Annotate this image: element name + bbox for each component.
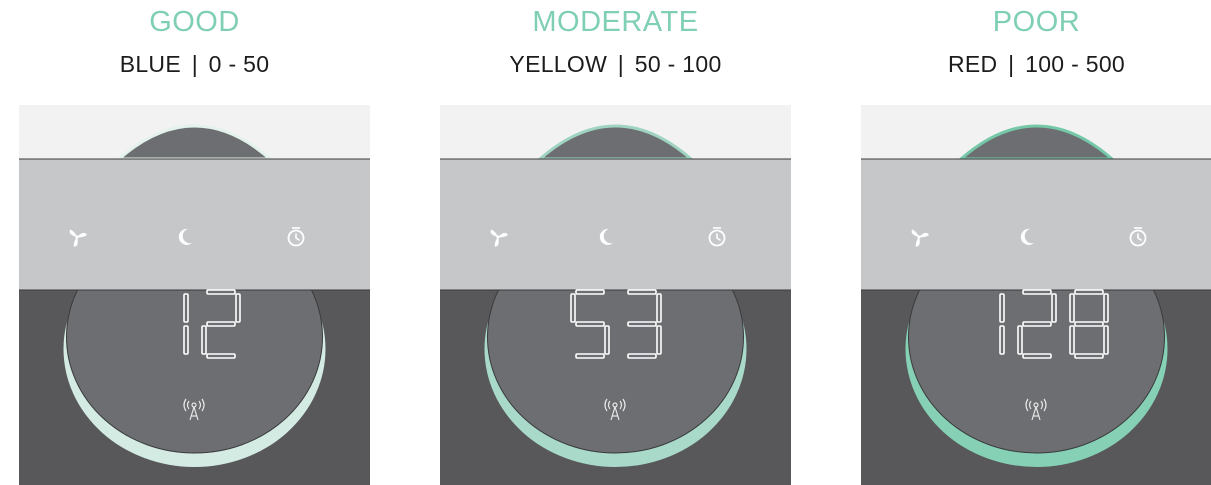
segment-b (998, 293, 1005, 323)
seven-segment-digit: 1 (168, 293, 189, 355)
timer-icon[interactable] (1123, 222, 1153, 252)
segment-c (1102, 325, 1109, 355)
timer-icon[interactable] (281, 222, 311, 252)
seven-segment-digit: 1 (984, 293, 1005, 355)
segment-a (1021, 289, 1052, 295)
digit-value: 2 (1036, 327, 1037, 329)
aqi-reading-digits: 12 (19, 288, 370, 368)
panel-good: GOOD BLUE | 0 - 50 12 (19, 0, 370, 485)
range-separator: | (1008, 51, 1015, 77)
segment-f (1068, 293, 1075, 323)
aqi-readout: 12 (19, 288, 370, 421)
segment-g (626, 321, 657, 327)
aqi-reading-digits: 53 (440, 288, 791, 368)
signal-tower-icon (183, 398, 205, 421)
segment-a (205, 289, 236, 295)
signal-tower-icon (1025, 398, 1047, 421)
digit-value: 5 (589, 327, 590, 329)
moon-icon[interactable] (591, 222, 621, 252)
digit-value: 1 (984, 327, 985, 329)
level-range-values: 100 - 500 (1025, 51, 1126, 77)
level-range-values: 50 - 100 (634, 51, 722, 77)
aqi-readout: 1 2 8 (861, 288, 1211, 421)
seven-segment-digit: 8 (1068, 289, 1109, 359)
moon-icon[interactable] (170, 222, 200, 252)
segment-e (1068, 325, 1075, 355)
segment-c (182, 325, 189, 355)
segment-b (234, 293, 241, 323)
range-separator: | (617, 51, 625, 77)
level-color-name: BLUE (119, 51, 181, 77)
panel-moderate: MODERATE YELLOW | 50 - 100 53 (440, 0, 791, 485)
level-range: YELLOW | 50 - 100 (440, 51, 791, 78)
segment-c (603, 325, 610, 355)
segment-e (1016, 325, 1023, 355)
segment-f (569, 293, 576, 323)
segment-c (655, 325, 662, 355)
segment-d (1021, 353, 1052, 359)
fan-icon[interactable] (62, 222, 92, 252)
timer-icon[interactable] (702, 222, 732, 252)
segment-b (1050, 293, 1057, 323)
segment-d (626, 353, 657, 359)
aqi-levels-figure: GOOD BLUE | 0 - 50 12 MODERATE YELLOW | … (0, 0, 1211, 485)
range-separator: | (191, 51, 198, 77)
segment-d (1073, 353, 1104, 359)
segment-a (1073, 289, 1104, 295)
segment-a (626, 289, 657, 295)
level-range: RED | 100 - 500 (861, 51, 1211, 78)
segment-g (574, 321, 605, 327)
segment-c (998, 325, 1005, 355)
panel-poor: POOR RED | 100 - 500 1 2 8 (861, 0, 1211, 485)
segment-b (655, 293, 662, 323)
fan-icon[interactable] (483, 222, 513, 252)
segment-b (182, 293, 189, 323)
control-buttons (861, 222, 1211, 262)
segment-g (205, 321, 236, 327)
level-range-values: 0 - 50 (208, 51, 270, 77)
seven-segment-digit: 2 (1016, 289, 1057, 359)
segment-b (1102, 293, 1109, 323)
digit-value: 2 (220, 327, 221, 329)
level-range: BLUE | 0 - 50 (19, 51, 370, 78)
control-buttons (440, 222, 791, 262)
seven-segment-digit: 3 (626, 289, 662, 359)
signal-tower-icon (604, 398, 626, 421)
segment-e (200, 325, 207, 355)
fan-icon[interactable] (904, 222, 934, 252)
seven-segment-digit: 2 (200, 289, 241, 359)
digit-value: 1 (168, 327, 169, 329)
control-buttons (19, 222, 370, 262)
digit-value: 8 (1088, 327, 1089, 329)
segment-d (574, 353, 605, 359)
level-color-name: RED (947, 51, 998, 77)
digit-value: 3 (641, 327, 642, 329)
segment-g (1021, 321, 1052, 327)
level-title: MODERATE (532, 6, 699, 38)
segment-d (205, 353, 236, 359)
level-color-name: YELLOW (509, 51, 608, 77)
segment-g (1073, 321, 1104, 327)
seven-segment-digit: 5 (569, 289, 610, 359)
segment-a (574, 289, 605, 295)
aqi-readout: 53 (440, 288, 791, 421)
level-title: GOOD (149, 6, 240, 38)
aqi-reading-digits: 1 2 8 (861, 288, 1211, 368)
level-title: POOR (992, 6, 1081, 38)
moon-icon[interactable] (1012, 222, 1042, 252)
